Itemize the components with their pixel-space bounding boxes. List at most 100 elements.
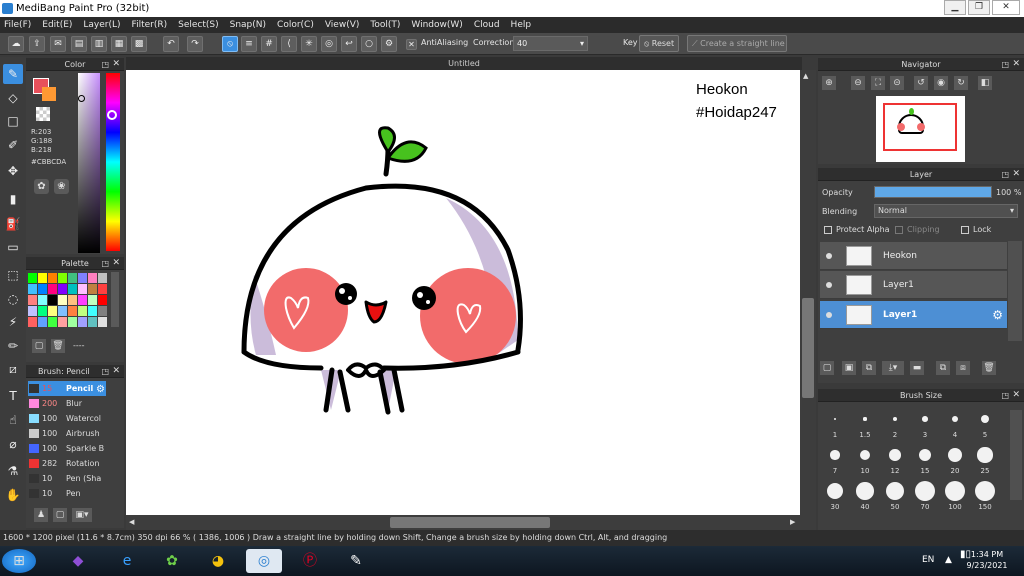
undo-icon[interactable]: ↶	[163, 36, 179, 52]
brush-size-option[interactable]: 10	[850, 443, 880, 475]
palette-swatch[interactable]	[68, 284, 77, 294]
palette-scrollbar[interactable]	[111, 272, 119, 327]
layer-row-layer1-selected[interactable]: Layer1 ⚙	[820, 301, 1007, 329]
lock-checkbox[interactable]	[961, 226, 969, 234]
duplicate-layer-icon[interactable]: ⧉	[862, 361, 876, 375]
visibility-icon[interactable]	[826, 282, 832, 288]
fill-tool-icon[interactable]: ▮	[3, 189, 23, 209]
menu-layer[interactable]: Layer(L)	[83, 20, 120, 30]
maximize-button[interactable]: ❐	[968, 0, 990, 15]
brush-size-option[interactable]: 2	[880, 407, 910, 439]
ellipse-snap-icon[interactable]: ○	[361, 36, 377, 52]
layer-row-heokon[interactable]: Heokon	[820, 242, 1007, 270]
gear-icon[interactable]: ⚙	[381, 36, 397, 52]
minimize-button[interactable]: ▁	[944, 0, 966, 15]
brush-size-option[interactable]: 4	[940, 407, 970, 439]
menu-window[interactable]: Window(W)	[411, 20, 462, 30]
palette-swatch[interactable]	[98, 284, 107, 294]
eyedropper-tool-icon[interactable]: ⌀	[3, 434, 23, 454]
float-icon[interactable]: ◳	[101, 257, 109, 270]
brush-item-rotation[interactable]: 282 Rotation	[28, 456, 106, 471]
close-icon[interactable]: ✕	[112, 58, 120, 71]
menu-color[interactable]: Color(C)	[277, 20, 314, 30]
layer-scrollbar[interactable]	[1008, 241, 1022, 341]
brush-item-airbrush[interactable]: 100 Airbrush	[28, 426, 106, 441]
palette-swatch[interactable]	[88, 295, 97, 305]
float-icon[interactable]: ◳	[1001, 168, 1009, 181]
select-pen-tool-icon[interactable]: ✏	[3, 336, 23, 356]
gradient-tool-icon[interactable]: ▭	[3, 237, 23, 257]
palette-swatch[interactable]	[38, 295, 47, 305]
brush-size-option[interactable]: 15	[910, 443, 940, 475]
brush-size-option[interactable]: 150	[970, 479, 1000, 511]
menu-view[interactable]: View(V)	[325, 20, 360, 30]
color-set-icon[interactable]: ❀	[54, 179, 69, 194]
straight-line-button[interactable]: ⟋ Create a straight line	[687, 35, 787, 52]
close-icon[interactable]: ✕	[112, 365, 120, 378]
menu-edit[interactable]: Edit(E)	[42, 20, 72, 30]
brush-size-option[interactable]: 100	[940, 479, 970, 511]
close-icon[interactable]: ✕	[1012, 58, 1020, 71]
float-icon[interactable]: ◳	[101, 58, 109, 71]
protect-alpha-checkbox[interactable]	[824, 226, 832, 234]
palette-swatch[interactable]	[78, 284, 87, 294]
palette-swatch[interactable]	[78, 317, 87, 327]
palette-swatch[interactable]	[48, 284, 57, 294]
layer-menu-icon[interactable]: ⤓▾	[882, 361, 904, 375]
transparent-color-swatch[interactable]	[36, 107, 50, 121]
folder-icon[interactable]: ▬	[910, 361, 924, 375]
palette-swatch[interactable]	[48, 295, 57, 305]
dropper-tool-icon[interactable]: ⚗	[3, 461, 23, 481]
merge-layer-icon[interactable]: ⧉	[936, 361, 950, 375]
rotate-reset-icon[interactable]: ◉	[934, 76, 948, 90]
brush-size-option[interactable]: 50	[880, 479, 910, 511]
hue-slider[interactable]	[106, 73, 120, 251]
menu-cloud[interactable]: Cloud	[474, 20, 500, 30]
palette-swatch[interactable]	[58, 284, 67, 294]
close-icon[interactable]: ✕	[1012, 168, 1020, 181]
app-icon-green[interactable]: ✿	[154, 549, 190, 573]
palette-swatch[interactable]	[28, 273, 37, 283]
navigator-preview[interactable]	[876, 96, 965, 162]
palette-icon[interactable]: ✿	[34, 179, 49, 194]
palette-swatch[interactable]	[48, 273, 57, 283]
palette-swatch[interactable]	[58, 295, 67, 305]
palette-swatch[interactable]	[98, 317, 107, 327]
brush-item-sparkle[interactable]: 100 Sparkle B	[28, 441, 106, 456]
layer-settings-icon[interactable]: ⧈	[956, 361, 970, 375]
brush-item-pen-shading[interactable]: 10 Pen (Sha	[28, 471, 106, 486]
redo-icon[interactable]: ↷	[187, 36, 203, 52]
palette-swatch[interactable]	[58, 317, 67, 327]
magic-wand-icon[interactable]: ⚡	[3, 312, 23, 332]
palette-swatch[interactable]	[48, 317, 57, 327]
float-icon[interactable]: ◳	[101, 365, 109, 378]
actual-size-icon[interactable]: ⊝	[890, 76, 904, 90]
select-pen-icon[interactable]: ✐	[3, 135, 23, 155]
menu-file[interactable]: File(F)	[4, 20, 31, 30]
palette-swatch[interactable]	[88, 317, 97, 327]
brush-size-option[interactable]: 1	[820, 407, 850, 439]
brush-size-scrollbar[interactable]	[1010, 410, 1022, 500]
palette-swatch[interactable]	[28, 306, 37, 316]
palette-swatch[interactable]	[58, 306, 67, 316]
reset-button[interactable]: ⦸ Reset	[639, 35, 680, 52]
brush-tool-icon[interactable]: ✎	[3, 64, 23, 84]
grid-icon[interactable]: ▩	[131, 36, 147, 52]
snap-off-icon[interactable]: ⦸	[222, 36, 238, 52]
visibility-icon[interactable]	[826, 312, 832, 318]
float-icon[interactable]: ◳	[1001, 389, 1009, 402]
brush-size-option[interactable]: 1.5	[850, 407, 880, 439]
layers-icon[interactable]: ▦	[111, 36, 127, 52]
blending-select[interactable]: Normal ▾	[874, 204, 1018, 218]
hand-tool-icon[interactable]: ✋	[3, 485, 23, 505]
divide-tool-icon[interactable]: ⧄	[3, 359, 23, 379]
opacity-slider[interactable]	[874, 186, 992, 198]
palette-swatch[interactable]	[68, 306, 77, 316]
layer-gear-icon[interactable]: ⚙	[992, 301, 1003, 329]
palette-swatch[interactable]	[68, 295, 77, 305]
eraser-tool-icon[interactable]: ◇	[3, 88, 23, 108]
medibang-taskbar-icon[interactable]: ◎	[246, 549, 282, 573]
trash-icon[interactable]: 🗑	[982, 361, 996, 375]
fit-icon[interactable]: ⛶	[871, 76, 885, 90]
antialiasing-checkbox[interactable]: ✕	[406, 39, 417, 50]
